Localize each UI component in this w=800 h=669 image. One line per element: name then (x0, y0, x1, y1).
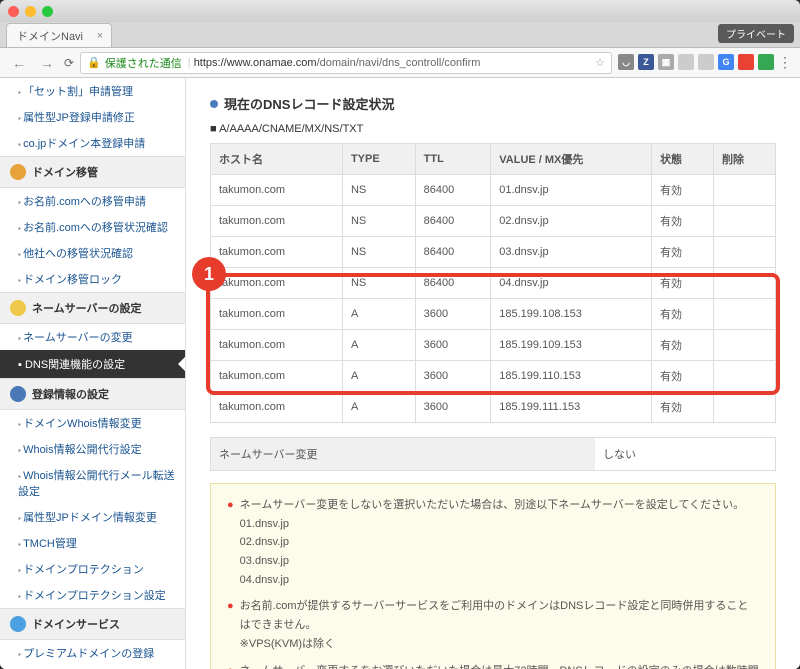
section-icon (10, 164, 26, 180)
sidebar-item[interactable]: co.jpドメイン本登録申請 (0, 130, 185, 156)
window-minimize-icon[interactable] (25, 6, 36, 17)
notice-item: ●ネームサーバー変更をしないを選択いただいた場合は、別途以下ネームサーバーを設定… (227, 496, 759, 589)
sidebar-item[interactable]: 属性型JPドメイン情報変更 (0, 504, 185, 530)
table-header: TYPE (342, 144, 415, 175)
sidebar-item[interactable]: 属性型JP登録申請修正 (0, 104, 185, 130)
window-close-icon[interactable] (8, 6, 19, 17)
ext-icon-4[interactable] (678, 54, 694, 70)
url-path: /domain/navi/dns_controll/confirm (317, 57, 481, 69)
table-header: VALUE / MX優先 (491, 144, 652, 175)
sidebar-section-header: ネームサーバーの設定 (0, 292, 185, 324)
sidebar-item-active[interactable]: ▪ DNS関連機能の設定 (0, 350, 185, 378)
main-content: 現在のDNSレコード設定状況 A/AAAA/CNAME/MX/NS/TXT ホス… (186, 78, 800, 669)
record-types-subtitle: A/AAAA/CNAME/MX/NS/TXT (210, 123, 776, 135)
table-row: takumon.comA3600185.199.108.153有効 (211, 299, 776, 330)
table-header: TTL (415, 144, 491, 175)
tab-title: ドメインNavi (17, 28, 83, 44)
section-icon (10, 300, 26, 316)
annotation-callout-1: 1 (192, 257, 226, 291)
section-icon (10, 616, 26, 632)
reload-icon[interactable]: ⟳ (64, 56, 74, 70)
section-icon (10, 386, 26, 402)
sidebar-item[interactable]: プレミアムドメインの登録 (0, 640, 185, 666)
sidebar-section-header: ドメインサービス (0, 608, 185, 640)
sidebar-item[interactable]: ドメインプロテクション設定 (0, 582, 185, 608)
window-zoom-icon[interactable] (42, 6, 53, 17)
nameserver-change-label: ネームサーバー変更 (211, 438, 595, 470)
sidebar-item[interactable]: 「セット割」申請管理 (0, 78, 185, 104)
ext-icon-5[interactable] (698, 54, 714, 70)
sidebar-item[interactable]: ドメインWhois情報変更 (0, 410, 185, 436)
back-icon[interactable]: ← (8, 55, 30, 71)
forward-icon: → (36, 55, 58, 71)
sidebar-item[interactable]: お名前.comへの移管状況確認 (0, 214, 185, 240)
secure-label: 保護された通信 (105, 55, 182, 71)
notice-box: ●ネームサーバー変更をしないを選択いただいた場合は、別途以下ネームサーバーを設定… (210, 483, 776, 669)
notice-item: ●ネームサーバー変更するをお選びいただいた場合は最大72時間、DNSレコードの設… (227, 662, 759, 669)
table-header: 状態 (652, 144, 714, 175)
sidebar-item[interactable]: ドメインプロテクション (0, 556, 185, 582)
private-badge: プライベート (718, 24, 794, 43)
bullet-icon: ● (227, 662, 234, 669)
sidebar-item[interactable]: TMCH管理 (0, 530, 185, 556)
table-row: takumon.comA3600185.199.110.153有効 (211, 361, 776, 392)
sidebar-section-header: ドメイン移管 (0, 156, 185, 188)
table-row: takumon.comNS8640004.dnsv.jp有効 (211, 268, 776, 299)
sidebar-item[interactable]: ネームサーバーの変更 (0, 324, 185, 350)
table-row: takumon.comA3600185.199.111.153有効 (211, 392, 776, 423)
browser-toolbar: ← → ⟳ 🔒 保護された通信 | https://www.onamae.com… (0, 48, 800, 78)
sidebar-section-header: 登録情報の設定 (0, 378, 185, 410)
browser-tab[interactable]: ドメインNavi × (6, 23, 112, 47)
table-header: ホスト名 (211, 144, 343, 175)
sidebar-item[interactable]: ドメイン移管ロック (0, 266, 185, 292)
table-header: 削除 (713, 144, 775, 175)
lock-icon: 🔒 (87, 56, 101, 69)
extension-icons: ◡ Z ▦ G ⋮ (618, 54, 792, 71)
table-row: takumon.comNS8640003.dnsv.jp有効 (211, 237, 776, 268)
ext-grid-icon[interactable]: ▦ (658, 54, 674, 70)
url-host: https://www.onamae.com (194, 57, 317, 69)
ext-icon-7[interactable] (738, 54, 754, 70)
ext-pocket-icon[interactable]: ◡ (618, 54, 634, 70)
titlebar (0, 0, 800, 22)
sidebar-item[interactable]: Whois情報公開代行設定 (0, 436, 185, 462)
bullet-icon (210, 100, 218, 108)
table-row: takumon.comNS8640001.dnsv.jp有効 (211, 175, 776, 206)
bullet-icon: ● (227, 597, 234, 653)
ext-z-icon[interactable]: Z (638, 54, 654, 70)
table-row: takumon.comNS8640002.dnsv.jp有効 (211, 206, 776, 237)
ext-g-icon[interactable]: G (718, 54, 734, 70)
sidebar-item[interactable]: お名前.comへの移管申請 (0, 188, 185, 214)
bookmark-star-icon[interactable]: ☆ (595, 56, 605, 69)
sidebar-item[interactable]: Whois情報公開代行メール転送設定 (0, 462, 185, 504)
bullet-icon: ● (227, 496, 234, 589)
ext-icon-8[interactable] (758, 54, 774, 70)
browser-menu-icon[interactable]: ⋮ (778, 54, 792, 71)
address-bar[interactable]: 🔒 保護された通信 | https://www.onamae.com /doma… (80, 52, 612, 74)
nameserver-change-value: しない (595, 438, 775, 470)
sidebar: 「セット割」申請管理属性型JP登録申請修正co.jpドメイン本登録申請 ドメイン… (0, 78, 186, 669)
nameserver-change-row: ネームサーバー変更 しない (210, 437, 776, 471)
section-title: 現在のDNSレコード設定状況 (210, 94, 776, 113)
notice-item: ●お名前.comが提供するサーバーサービスをご利用中のドメインはDNSレコード設… (227, 597, 759, 653)
sidebar-item[interactable]: 他社への移管状況確認 (0, 240, 185, 266)
dns-table: ホスト名TYPETTLVALUE / MX優先状態削除 takumon.comN… (210, 143, 776, 423)
table-row: takumon.comA3600185.199.109.153有効 (211, 330, 776, 361)
browser-tabstrip: ドメインNavi × プライベート (0, 22, 800, 48)
tab-close-icon[interactable]: × (97, 30, 103, 42)
